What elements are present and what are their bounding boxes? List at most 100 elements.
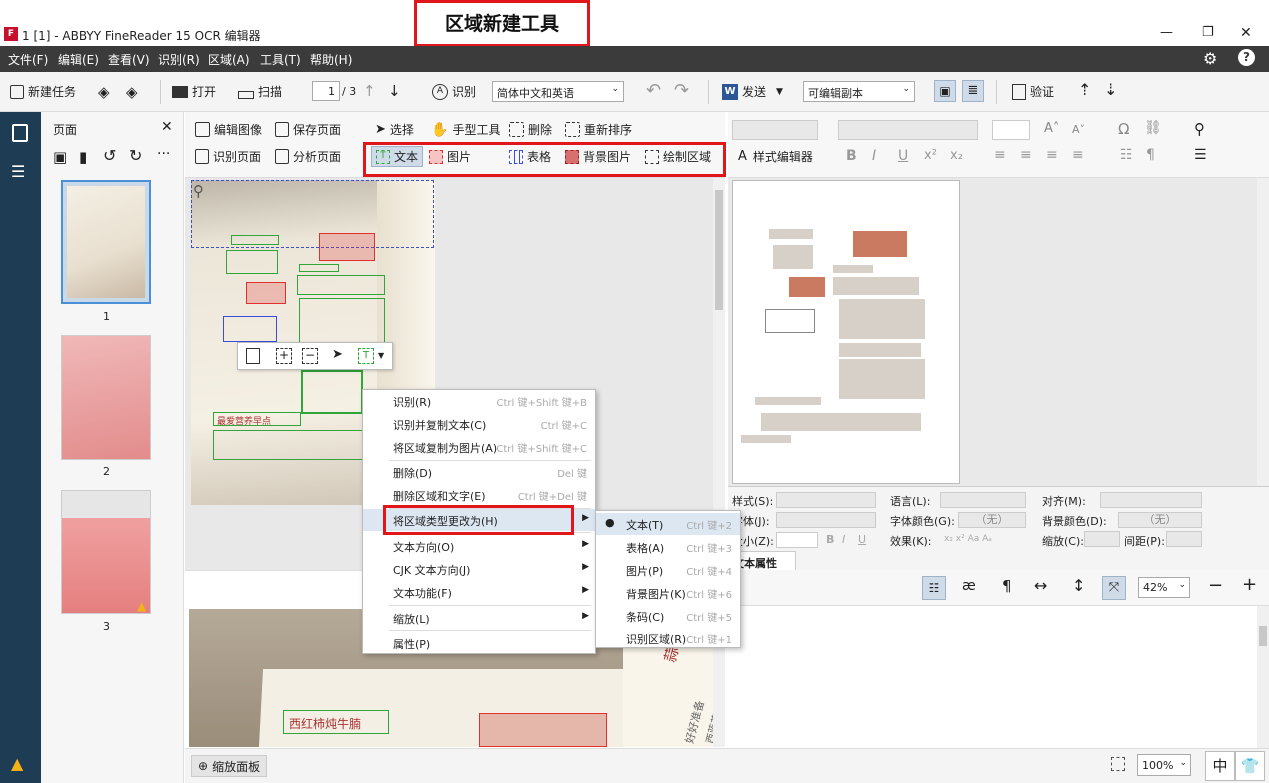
next-page-icon[interactable]: ↓ — [388, 82, 401, 100]
omega-icon[interactable]: Ω — [1118, 120, 1129, 138]
menu-help[interactable]: 帮助(H) — [310, 51, 352, 68]
gear-icon[interactable]: ⚙ — [1203, 49, 1217, 68]
zone-text-selected[interactable] — [301, 370, 363, 414]
menu-item-properties[interactable]: 属性(P) — [363, 632, 595, 654]
select-button[interactable]: ➤ 选择 — [375, 121, 414, 138]
menu-item-text-features[interactable]: 文本功能(F) ▶ — [363, 581, 595, 603]
align-left-icon[interactable]: ≡ — [994, 147, 1006, 163]
more-icon[interactable]: ··· — [157, 146, 170, 162]
grow-font-icon[interactable]: A˄ — [1044, 121, 1059, 136]
italic-icon[interactable]: I — [842, 533, 845, 546]
style-select[interactable] — [732, 120, 818, 140]
zoom-out-icon[interactable]: − — [1208, 575, 1223, 596]
submenu-item-picture[interactable]: 图片(P) Ctrl 键+4 — [596, 559, 740, 581]
zone-text[interactable] — [299, 264, 339, 272]
export-down-icon[interactable]: ⇣ — [1104, 80, 1117, 99]
menu-view[interactable]: 查看(V) — [108, 51, 150, 68]
link-icon[interactable]: ⛓ — [1144, 120, 1162, 136]
open-button[interactable]: 打开 — [172, 83, 216, 100]
panel-layout-icon[interactable]: ☰ — [1194, 147, 1207, 163]
search-icon[interactable]: ⚲ — [1194, 120, 1205, 138]
zone-text[interactable] — [299, 298, 385, 344]
paragraph-icon[interactable]: ¶ — [1146, 147, 1155, 163]
list-icon[interactable]: ☰ — [11, 162, 25, 181]
menu-edit[interactable]: 编辑(E) — [58, 51, 99, 68]
analyze-page-button[interactable]: 分析页面 — [275, 148, 341, 165]
minimize-button[interactable]: — — [1160, 25, 1173, 40]
menu-item-delete-zone-text[interactable]: 删除区域和文字(E) Ctrl 键+Del 键 — [363, 484, 595, 506]
justify-icon[interactable]: ≡ — [1072, 147, 1084, 163]
submenu-item-recognition-area[interactable]: 识别区域(R) Ctrl 键+1 — [596, 627, 740, 649]
rotate-left-icon[interactable]: ↺ — [103, 146, 116, 165]
menu-item-text-direction[interactable]: 文本方向(O) ▶ — [363, 535, 595, 557]
cursor-icon[interactable]: ➤ — [332, 347, 343, 362]
zoom-select[interactable]: 42% ⌄ — [1138, 577, 1190, 598]
scan-button[interactable]: 扫描 — [238, 83, 282, 100]
ime-indicator[interactable]: 中 — [1205, 751, 1235, 781]
image-view-icon[interactable]: ▣ — [934, 80, 956, 102]
bold-icon[interactable]: B — [846, 148, 857, 164]
pilcrow-icon[interactable]: ¶ — [1002, 577, 1012, 595]
fit-height-icon[interactable]: ↕ — [1072, 576, 1085, 595]
zoom-panel-button[interactable]: ⊕ 缩放面板 — [191, 755, 268, 777]
superscript-icon[interactable]: x² — [924, 148, 937, 163]
delete-button[interactable]: 删除 — [509, 121, 552, 138]
submenu-item-table[interactable]: 表格(A) Ctrl 键+3 — [596, 536, 740, 558]
menu-item-recognize-copy[interactable]: 识别并复制文本(C) Ctrl 键+C — [363, 413, 595, 435]
select-area-icon[interactable] — [1111, 757, 1125, 771]
size-select[interactable] — [992, 120, 1030, 140]
pages-icon[interactable] — [12, 124, 28, 142]
bold-icon[interactable]: B — [826, 533, 834, 546]
zone-text[interactable] — [231, 235, 279, 245]
shirt-icon[interactable]: 👕 — [1235, 751, 1265, 781]
align-right-icon[interactable]: ≡ — [1046, 147, 1058, 163]
effects-icons[interactable]: x₂ x² Aa Aₐ — [944, 534, 992, 544]
style-dropdown[interactable] — [776, 492, 876, 508]
font-dropdown[interactable] — [776, 512, 876, 528]
reorder-button[interactable]: 重新排序 — [565, 121, 632, 138]
page-thumb-1[interactable] — [61, 180, 151, 304]
style-editor-button[interactable]: A 样式编辑器 — [738, 148, 813, 165]
output-select[interactable]: 可编辑副本 ⌄ — [803, 81, 915, 102]
align-dropdown[interactable] — [1100, 492, 1202, 508]
zone-text[interactable] — [213, 430, 363, 460]
page-number-field[interactable]: 1 — [312, 81, 340, 101]
subscript-icon[interactable]: x₂ — [950, 148, 963, 163]
submenu-item-barcode[interactable]: 条码(C) Ctrl 键+5 — [596, 605, 740, 627]
language-dropdown[interactable] — [940, 492, 1026, 508]
remove-zone-icon[interactable]: − — [302, 348, 318, 364]
caret-down-icon[interactable]: ▼ — [378, 351, 384, 360]
underline-icon[interactable]: U — [898, 148, 908, 164]
zone-text[interactable] — [297, 275, 385, 295]
menu-recognize[interactable]: 识别(R) — [158, 51, 200, 68]
save-icon[interactable]: ▣ — [53, 148, 67, 166]
layers-button-2[interactable]: ◈ — [126, 83, 138, 101]
zone-picture[interactable] — [479, 713, 607, 747]
font-select[interactable] — [838, 120, 978, 140]
text-view-icon[interactable]: ≣ — [962, 80, 984, 102]
indent-field[interactable] — [1084, 531, 1120, 547]
fit-width-icon[interactable]: ↔ — [1034, 576, 1047, 595]
zoom-in-icon[interactable]: + — [1242, 574, 1257, 595]
menu-file[interactable]: 文件(F) — [8, 51, 48, 68]
hand-tool-button[interactable]: ✋ 手型工具 — [431, 121, 500, 138]
zone-text[interactable] — [226, 250, 278, 274]
undo-icon[interactable]: ↶ — [646, 80, 661, 101]
menu-item-recognize[interactable]: 识别(R) Ctrl 键+Shift 键+B — [363, 390, 595, 412]
scroll-thumb[interactable] — [715, 190, 723, 310]
language-select[interactable]: 简体中文和英语 ⌄ — [492, 81, 624, 102]
close-button[interactable]: ✕ — [1240, 25, 1252, 41]
scroll-thumb[interactable] — [1259, 626, 1267, 646]
menu-tools[interactable]: 工具(T) — [260, 51, 301, 68]
spacing-field[interactable] — [1166, 531, 1202, 547]
shrink-font-icon[interactable]: A˅ — [1072, 123, 1085, 136]
zone-picture[interactable] — [246, 282, 286, 304]
edit-image-button[interactable]: 编辑图像 — [195, 121, 262, 138]
size-dropdown[interactable] — [776, 532, 818, 548]
rotate-right-icon[interactable]: ↻ — [129, 146, 142, 165]
fit-page-icon[interactable]: ⤧ — [1102, 576, 1126, 600]
underline-icon[interactable]: U — [858, 533, 866, 546]
recognize-page-button[interactable]: 识别页面 — [195, 148, 261, 165]
menu-item-cjk-direction[interactable]: CJK 文本方向(J) ▶ — [363, 558, 595, 580]
save-page-button[interactable]: 保存页面 — [275, 121, 341, 138]
